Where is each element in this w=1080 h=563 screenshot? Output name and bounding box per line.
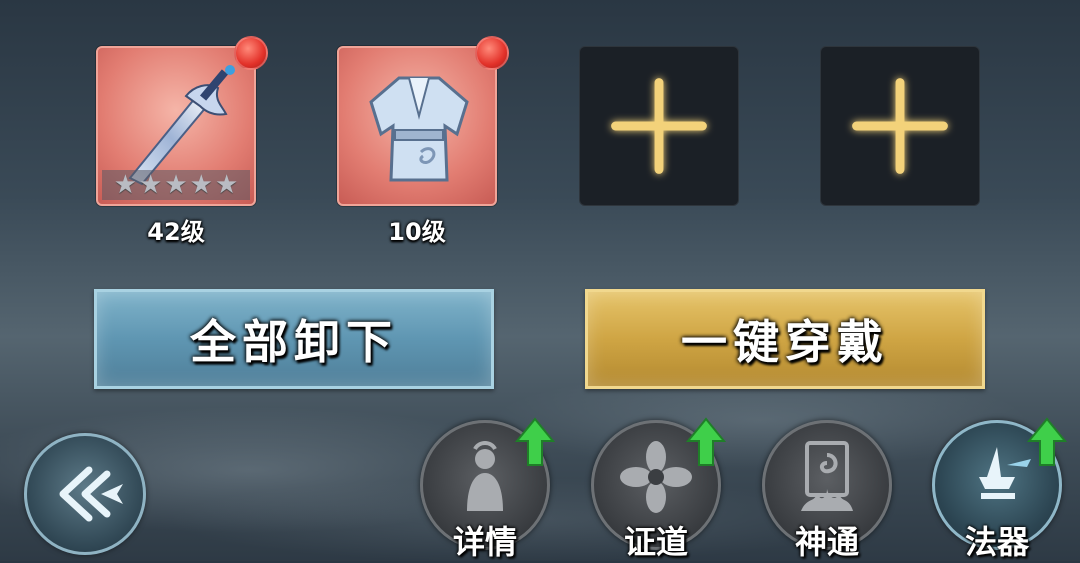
- menu-details-button[interactable]: 详情: [420, 417, 555, 561]
- equip-slot-armor[interactable]: [337, 36, 509, 206]
- character-icon: [467, 441, 503, 511]
- menu-skills-button[interactable]: 神通: [762, 420, 892, 561]
- armor-level: 10级: [388, 218, 446, 246]
- robe-icon: [369, 76, 469, 182]
- talisman-icon: [801, 441, 853, 511]
- menu-label: 详情: [452, 523, 517, 561]
- star-icon: ★: [139, 170, 163, 200]
- menu-dao-button[interactable]: 证道: [591, 417, 726, 561]
- equip-slot-empty-2[interactable]: [820, 46, 980, 206]
- artifact-icon: [979, 447, 1031, 499]
- plus-icon: [852, 78, 948, 174]
- menu-label: 证道: [623, 523, 688, 561]
- notification-dot: [475, 36, 509, 70]
- weapon-level: 42级: [147, 218, 205, 246]
- upgrade-arrow-icon: [686, 417, 726, 466]
- flower-icon: [620, 441, 692, 513]
- star-rating: ★ ★ ★ ★ ★: [102, 170, 250, 200]
- back-button[interactable]: [24, 433, 146, 555]
- star-icon: ★: [214, 170, 239, 200]
- equip-slot-empty-1[interactable]: [579, 46, 739, 206]
- star-icon: ★: [113, 170, 138, 200]
- unequip-all-button[interactable]: 全部卸下: [94, 289, 494, 389]
- notification-dot: [234, 36, 268, 70]
- star-icon: ★: [164, 170, 188, 200]
- star-icon: ★: [189, 170, 213, 200]
- one-click-equip-button[interactable]: 一键穿戴: [585, 289, 985, 389]
- menu-label: 神通: [794, 523, 859, 561]
- plus-icon: [611, 78, 707, 174]
- menu-label: 法器: [964, 523, 1029, 561]
- menu-artifact-button[interactable]: 法器: [932, 417, 1067, 561]
- back-arrow-icon: [59, 466, 123, 522]
- upgrade-arrow-icon: [1027, 417, 1067, 466]
- equip-slot-weapon[interactable]: ★ ★ ★ ★ ★: [96, 36, 268, 206]
- upgrade-arrow-icon: [515, 417, 555, 466]
